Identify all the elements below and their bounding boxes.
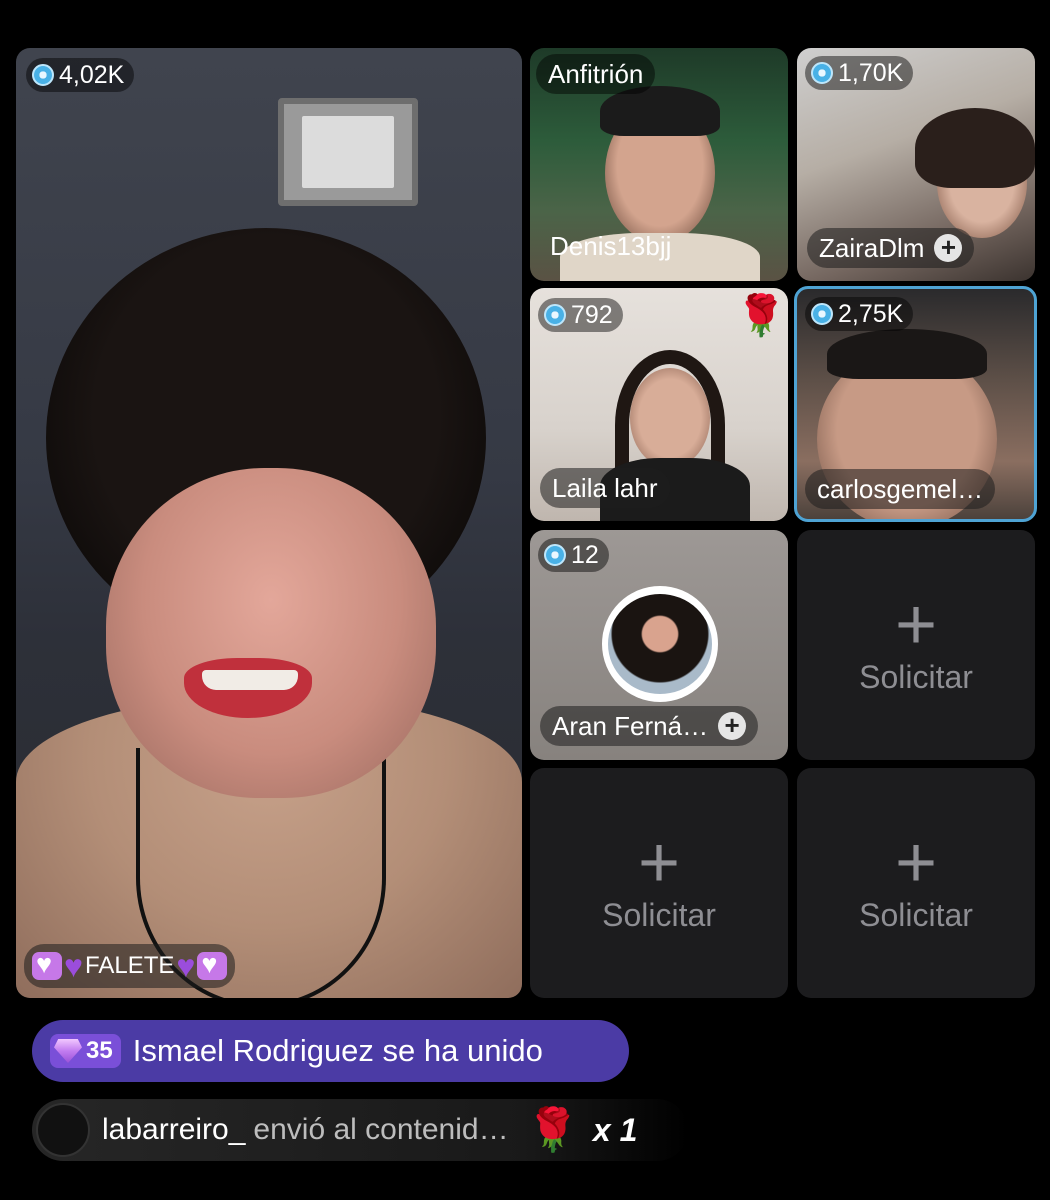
guest-name: carlosgemel… xyxy=(817,473,984,504)
plus-icon: + xyxy=(894,584,938,665)
request-label: Solicitar xyxy=(859,658,973,695)
guest-tile-active[interactable]: 2,75K carlosgemel… xyxy=(794,286,1037,522)
request-label: Solicitar xyxy=(602,896,716,933)
gem-icon xyxy=(811,303,833,325)
gift-count: x 1 xyxy=(592,1111,638,1148)
viewer-count: 4,02K xyxy=(59,60,125,89)
follow-plus-icon[interactable]: + xyxy=(934,234,963,262)
request-slot[interactable]: + Solicitar xyxy=(530,768,788,998)
level-number: 35 xyxy=(86,1037,113,1064)
level-badge: 35 xyxy=(50,1034,121,1068)
plus-icon: + xyxy=(637,822,681,903)
gift-notification: labarreiro_ envió al contenid… 🌹 x 1 xyxy=(32,1099,688,1161)
gift-username[interactable]: labarreiro_ xyxy=(102,1113,245,1147)
request-label: Solicitar xyxy=(859,896,973,933)
request-slot[interactable]: + Solicitar xyxy=(797,768,1035,998)
gift-action-text: envió al contenid… xyxy=(253,1113,509,1146)
rose-icon: 🌹 xyxy=(736,294,786,338)
white-heart-icon xyxy=(32,949,62,980)
purple-heart-icon: ♥ xyxy=(176,948,196,984)
white-heart-icon xyxy=(197,949,228,980)
gem-icon xyxy=(544,304,566,326)
viewer-count: 1,70K xyxy=(838,58,904,87)
viewer-count: 2,75K xyxy=(838,299,904,328)
request-slot[interactable]: + Solicitar xyxy=(797,530,1035,760)
wall-clock xyxy=(278,98,418,206)
host-role-label: Anfitrión xyxy=(536,54,656,94)
viewer-count: 12 xyxy=(571,540,599,569)
rose-icon: 🌹 xyxy=(526,1105,579,1153)
guest-name-chip[interactable]: Laila lahr xyxy=(540,468,670,508)
guest-tile[interactable]: 792 🌹 Laila lahr xyxy=(530,288,788,521)
guest-name-chip[interactable]: ♥ FALETE ♥ xyxy=(24,944,236,988)
guest-name: Aran Ferná… xyxy=(552,710,709,741)
avatar[interactable] xyxy=(36,1103,90,1157)
viewer-count: 792 xyxy=(571,300,613,329)
join-notification: 35 Ismael Rodriguez se ha unido xyxy=(32,1020,629,1082)
guest-name-chip[interactable]: ZairaDlm + xyxy=(807,228,975,268)
purple-heart-icon: ♥ xyxy=(64,948,83,984)
guest-name-chip[interactable]: carlosgemel… xyxy=(805,469,996,509)
gem-icon xyxy=(544,544,566,566)
gem-icon xyxy=(32,64,54,86)
viewer-count-badge: 1,70K xyxy=(805,56,914,90)
viewer-count-badge: 4,02K xyxy=(26,58,135,92)
viewer-count-badge: 2,75K xyxy=(805,297,914,331)
guest-name: ZairaDlm xyxy=(819,232,925,263)
guest-name: FALETE xyxy=(85,952,175,979)
follow-plus-icon[interactable]: + xyxy=(718,712,747,740)
guest-tile[interactable]: 1,70K ZairaDlm + xyxy=(797,48,1035,281)
viewer-count-badge: 12 xyxy=(538,538,609,572)
plus-icon: + xyxy=(894,822,938,903)
main-guest-tile[interactable]: 4,02K ♥ FALETE ♥ xyxy=(16,48,522,998)
viewer-count-badge: 792 xyxy=(538,298,623,332)
guest-name: Laila lahr xyxy=(552,472,658,503)
guest-tile-audio[interactable]: 12 Aran Ferná… + xyxy=(530,530,788,760)
diamond-icon xyxy=(54,1039,82,1063)
guest-name-chip[interactable]: Aran Ferná… + xyxy=(540,706,759,746)
host-tile[interactable]: Anfitrión Denis13bjj xyxy=(530,48,788,281)
main-video-feed xyxy=(16,48,522,998)
host-name: Denis13bjj xyxy=(550,230,672,261)
gem-icon xyxy=(811,62,833,84)
host-name-chip[interactable]: Denis13bjj xyxy=(542,226,679,266)
join-text: Ismael Rodriguez se ha unido xyxy=(132,1033,543,1068)
avatar xyxy=(602,586,718,702)
